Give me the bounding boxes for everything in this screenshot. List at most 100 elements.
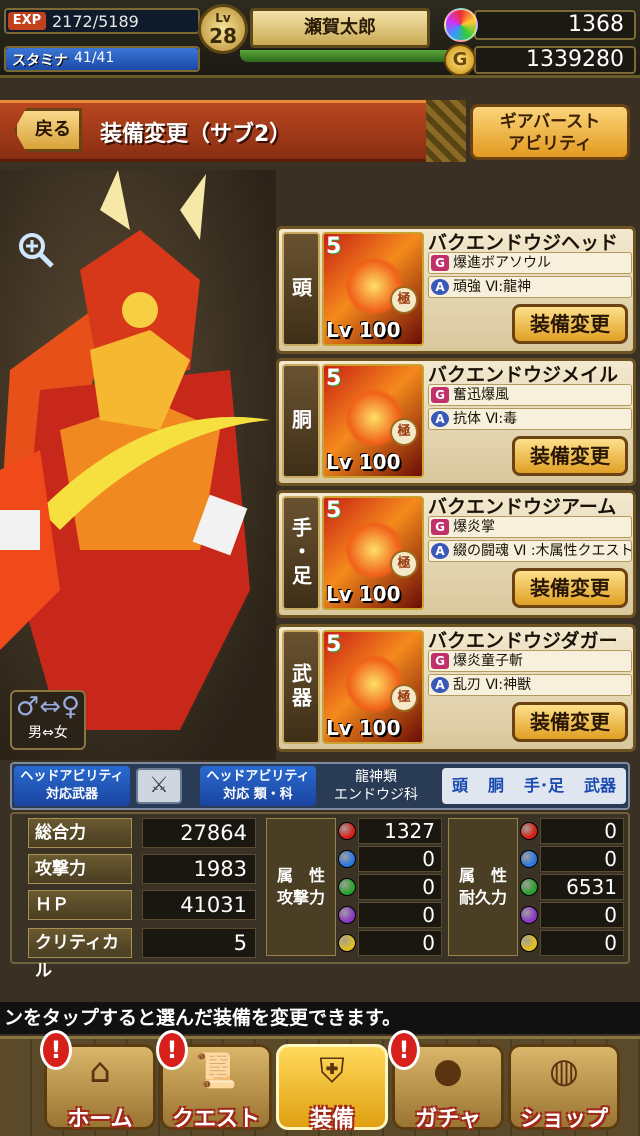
back-button[interactable]: 戻る <box>14 108 82 152</box>
gear-burst-label-line1: ギアバースト <box>499 112 601 132</box>
header-ornament <box>426 100 466 162</box>
stat-value-hp: 41031 <box>142 890 256 920</box>
element-orb-icon <box>338 822 356 840</box>
equip-level: Lv 100 <box>326 716 401 740</box>
equip-image-head[interactable]: 5 極 Lv 100 <box>322 232 424 346</box>
attack-element-value: 1327 <box>358 818 442 844</box>
ability-skill-text: 乱刃 Ⅵ:神獣 <box>453 677 532 693</box>
gold-count: 1339280 <box>474 46 636 74</box>
zoom-in-icon[interactable] <box>16 230 56 270</box>
alert-badge-icon: ! <box>156 1030 188 1070</box>
rarity-star-icon: 5 <box>326 366 342 391</box>
gear-skill-tag: G <box>431 653 449 669</box>
gem-icon[interactable] <box>444 8 478 42</box>
defense-element-value: 0 <box>540 930 624 956</box>
ability-skill-text: 頑強 Ⅵ:龍神 <box>453 279 532 295</box>
ability-skill-text: 綴の闘魂 Ⅵ :木属性クエスト <box>453 543 632 559</box>
player-name[interactable]: 瀬賀太郎 <box>250 8 430 48</box>
gender-label: 男⇔女 <box>28 725 68 741</box>
gear-skill-text: 爆炎童子斬 <box>453 653 523 669</box>
equip-name: バクエンドウジメイル <box>428 364 619 386</box>
element-orb-icon <box>520 934 538 952</box>
nav-equip-button[interactable]: ⛨ 装備 <box>276 1044 388 1132</box>
defense-attr-label: 属 性耐久力 <box>448 818 518 956</box>
gear-skill: G 爆炎掌 <box>428 516 632 538</box>
rarity-star-icon: 5 <box>326 632 342 657</box>
nav-label: 装備 <box>309 1107 354 1132</box>
change-equip-button-head[interactable]: 装備変更 <box>512 304 628 344</box>
equip-image-weapon[interactable]: 5 極 Lv 100 <box>322 630 424 744</box>
defense-attr-line1: 属 性 <box>458 866 507 885</box>
gender-icon: ♂⇔♀ <box>15 692 81 722</box>
equip-name: バクエンドウジアーム <box>428 496 617 518</box>
equip-name: バクエンドウジダガー <box>428 630 618 652</box>
gear-skill-tag: G <box>431 255 449 271</box>
gear-skill-tag: G <box>431 519 449 535</box>
exp-value: 2172/5189 <box>52 12 139 31</box>
head-ability-type-value1: 龍神類 <box>355 769 397 785</box>
gender-toggle-button[interactable]: ♂⇔♀ 男⇔女 <box>10 690 86 750</box>
change-equip-button-arms[interactable]: 装備変更 <box>512 568 628 608</box>
stat-value-total-power: 27864 <box>142 818 256 848</box>
rarity-star-icon: 5 <box>326 498 342 523</box>
stat-value-attack: 1983 <box>142 854 256 884</box>
element-orb-icon <box>520 878 538 896</box>
level-badge: Lv 28 <box>198 4 248 54</box>
rarity-star-icon: 5 <box>326 234 342 259</box>
attack-attr-label: 属 性攻撃力 <box>266 818 336 956</box>
change-equip-button-body[interactable]: 装備変更 <box>512 436 628 476</box>
level-label: Lv <box>215 11 231 25</box>
level-value: 28 <box>209 24 237 48</box>
element-orb-icon <box>520 850 538 868</box>
gear-skill-text: 爆炎掌 <box>453 519 495 535</box>
defense-element-value: 6531 <box>540 874 624 900</box>
alert-badge-icon: ! <box>40 1030 72 1070</box>
gear-burst-ability-button[interactable]: ギアバースト アビリティ <box>470 104 630 160</box>
attack-element-value: 0 <box>358 902 442 928</box>
head-ability-type-line1: ヘッドアビリティ <box>206 769 310 784</box>
defense-element-value: 0 <box>540 846 624 872</box>
attack-element-value: 0 <box>358 874 442 900</box>
equip-level: Lv 100 <box>326 450 401 474</box>
element-orb-icon <box>338 906 356 924</box>
nav-label: ホーム <box>67 1107 133 1132</box>
stat-label-attack: 攻撃力 <box>28 854 132 884</box>
stat-label-total-power: 総合力 <box>28 818 132 848</box>
seal-icon: 極 <box>390 684 418 712</box>
seal-icon: 極 <box>390 286 418 314</box>
gear-skill: G 爆炎童子斬 <box>428 650 632 672</box>
alert-badge-icon: ! <box>388 1030 420 1070</box>
stat-label-hp: ＨＰ <box>28 890 132 920</box>
equip-level: Lv 100 <box>326 318 401 342</box>
page-title: 装備変更（サブ2） <box>100 122 292 147</box>
gear-skill: G 爆進ボアソウル <box>428 252 632 274</box>
attack-element-value: 0 <box>358 930 442 956</box>
element-orb-icon <box>338 850 356 868</box>
element-orb-icon <box>520 906 538 924</box>
element-orb-icon <box>338 878 356 896</box>
equip-image-body[interactable]: 5 極 Lv 100 <box>322 364 424 478</box>
bag-icon: ◍ <box>549 1051 579 1091</box>
ability-skill-text: 抗体 Ⅵ:毒 <box>453 411 518 427</box>
ability-skill-tag: A <box>431 279 449 295</box>
stamina-label: スタミナ <box>12 53 68 69</box>
change-equip-button-weapon[interactable]: 装備変更 <box>512 702 628 742</box>
help-message: ンをタップすると選んだ装備を変更できます。 <box>0 1002 640 1034</box>
slot-part-label: 武器 <box>282 630 320 744</box>
slot-part-label: 手・足 <box>282 496 320 610</box>
seal-icon: 極 <box>390 418 418 446</box>
dagger-icon: ⚔ <box>136 768 182 804</box>
ability-skill: A 乱刃 Ⅵ:神獣 <box>428 674 632 696</box>
head-ability-type-value2: エンドウジ科 <box>334 787 418 803</box>
defense-attr-line2: 耐久力 <box>458 888 507 907</box>
head-ability-type-label: ヘッドアビリティ 対応 類・科 <box>200 766 316 806</box>
seal-icon: 極 <box>390 550 418 578</box>
nav-shop-button[interactable]: ◍ ショップ <box>508 1044 620 1132</box>
head-ability-weapon-line2: 対応武器 <box>45 787 98 802</box>
attack-attr-line1: 属 性 <box>276 866 325 885</box>
nav-label: クエスト <box>171 1107 260 1132</box>
equip-image-arms[interactable]: 5 極 Lv 100 <box>322 496 424 610</box>
ability-skill-tag: A <box>431 677 449 693</box>
ability-skill-tag: A <box>431 543 449 559</box>
gold-coin-icon[interactable]: G <box>444 44 476 76</box>
